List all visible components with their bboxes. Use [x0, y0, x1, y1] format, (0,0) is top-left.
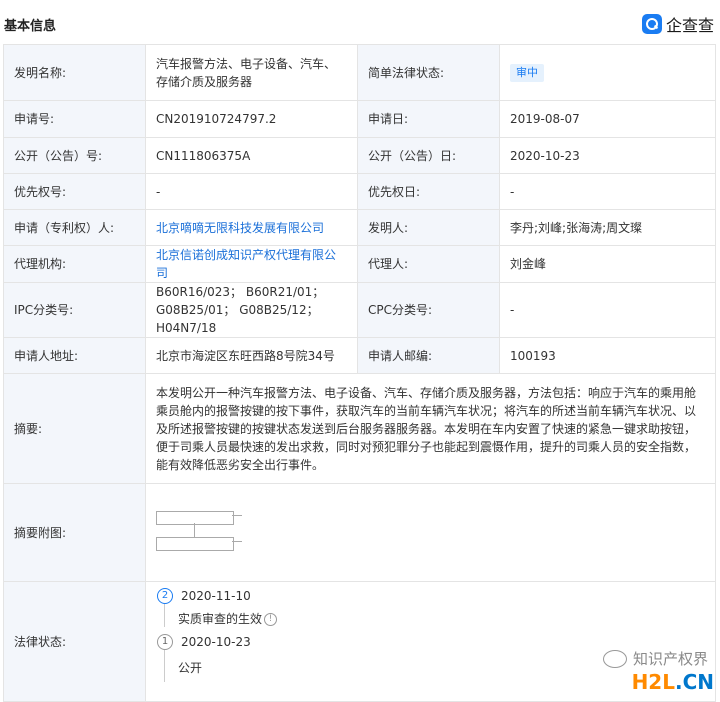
diagram-connector: [194, 522, 195, 537]
field-label: IPC分类号:: [3, 282, 146, 338]
field-label: 申请人邮编:: [357, 337, 500, 374]
timeline-status: 实质审查的生效!: [178, 610, 278, 628]
field-label: 优先权号:: [3, 173, 146, 210]
diagram-box: [156, 510, 234, 525]
invention-name-value: 汽车报警方法、电子设备、汽车、存储介质及服务器: [145, 44, 358, 101]
timeline-step-icon: 1: [157, 633, 173, 650]
field-label: 优先权日:: [357, 173, 500, 210]
field-label: 申请人地址:: [3, 337, 146, 374]
table-row: 代理机构: 北京信诺创成知识产权代理有限公司 代理人: 刘金峰: [3, 245, 716, 283]
table-row: 申请人地址: 北京市海淀区东旺西路8号院34号 申请人邮编: 100193: [3, 337, 716, 374]
diagram-connector: [232, 514, 242, 516]
postcode-value: 100193: [499, 337, 716, 374]
qichacha-logo-icon: [641, 14, 662, 34]
patent-info-table: 发明名称: 汽车报警方法、电子设备、汽车、存储介质及服务器 简单法律状态: 审中…: [3, 44, 716, 702]
timeline-date: 2020-10-23: [181, 634, 251, 649]
site-watermark-h2l: H2L: [631, 670, 675, 694]
timeline-status: 公开: [178, 660, 203, 675]
field-label: 摘要附图:: [3, 483, 146, 582]
timeline-status-text: 实质审查的生效: [178, 611, 263, 626]
field-label: 摘要:: [3, 373, 146, 484]
watermark-text: 知识产权界: [632, 650, 708, 668]
diagram-connector: [232, 540, 242, 542]
publication-date-value: 2020-10-23: [499, 137, 716, 174]
applicant-link[interactable]: 北京嘀嘀无限科技发展有限公司: [156, 221, 324, 235]
watermark: 知识产权界: [602, 648, 708, 669]
timeline-connector: [164, 649, 165, 682]
priority-date-value: -: [499, 173, 716, 210]
field-label: 代理人:: [357, 245, 500, 283]
section-title: 基本信息: [4, 19, 57, 34]
address-value: 北京市海淀区东旺西路8号院34号: [145, 337, 358, 374]
site-watermark-dot: .: [674, 670, 683, 694]
cpc-value: -: [499, 282, 716, 338]
wechat-icon: [602, 649, 627, 668]
section-header: 基本信息 企查查: [0, 0, 720, 44]
agency-link[interactable]: 北京信诺创成知识产权代理有限公司: [156, 248, 336, 280]
brand-logo[interactable]: 企查查: [641, 12, 714, 36]
site-watermark-cn: CN: [682, 670, 714, 694]
legal-status-timeline: 2 2020-11-10 实质审查的生效! 1 2020-10-23 公开: [156, 584, 705, 700]
inventor-value: 李丹;刘峰;张海涛;周文璨: [499, 209, 716, 246]
application-date-value: 2019-08-07: [499, 100, 716, 138]
publication-number-value: CN111806375A: [145, 137, 358, 174]
status-badge: 审中: [510, 64, 544, 82]
diagram-box: [156, 536, 234, 551]
ipc-value: B60R16/023； B60R21/01； G08B25/01； G08B25…: [145, 282, 358, 338]
field-label: 申请（专利权）人:: [3, 209, 146, 246]
table-row: 发明名称: 汽车报警方法、电子设备、汽车、存储介质及服务器 简单法律状态: 审中: [3, 44, 716, 101]
field-label: 发明人:: [357, 209, 500, 246]
site-watermark: H2L.CN: [632, 670, 714, 694]
info-icon[interactable]: !: [264, 612, 278, 626]
field-label: 申请号:: [3, 100, 146, 138]
timeline-date: 2020-11-10: [181, 588, 251, 603]
field-label: 发明名称:: [3, 44, 146, 101]
brand-name: 企查查: [665, 16, 714, 35]
timeline-step-icon: 2: [157, 587, 173, 604]
field-label: CPC分类号:: [357, 282, 500, 338]
abstract-figure-thumbnail[interactable]: [156, 503, 266, 563]
field-label: 法律状态:: [3, 581, 146, 702]
table-row: 摘要附图:: [3, 483, 716, 582]
field-label: 公开（公告）号:: [3, 137, 146, 174]
timeline-connector: [164, 602, 165, 627]
agent-value: 刘金峰: [499, 245, 716, 283]
field-label: 简单法律状态:: [357, 44, 500, 101]
table-row: 优先权号: - 优先权日: -: [3, 173, 716, 210]
table-row: 法律状态: 2 2020-11-10 实质审查的生效! 1 2020-10-23…: [3, 581, 716, 702]
table-row: IPC分类号: B60R16/023； B60R21/01； G08B25/01…: [3, 282, 716, 338]
field-label: 申请日:: [357, 100, 500, 138]
abstract-text: 本发明公开一种汽车报警方法、电子设备、汽车、存储介质及服务器，方法包括：响应于汽…: [156, 385, 697, 472]
priority-number-value: -: [145, 173, 358, 210]
table-row: 申请（专利权）人: 北京嘀嘀无限科技发展有限公司 发明人: 李丹;刘峰;张海涛;…: [3, 209, 716, 246]
field-label: 公开（公告）日:: [357, 137, 500, 174]
application-number-value: CN201910724797.2: [145, 100, 358, 138]
table-row: 公开（公告）号: CN111806375A 公开（公告）日: 2020-10-2…: [3, 137, 716, 174]
field-label: 代理机构:: [3, 245, 146, 283]
table-row: 申请号: CN201910724797.2 申请日: 2019-08-07: [3, 100, 716, 138]
table-row: 摘要: 本发明公开一种汽车报警方法、电子设备、汽车、存储介质及服务器，方法包括：…: [3, 373, 716, 484]
